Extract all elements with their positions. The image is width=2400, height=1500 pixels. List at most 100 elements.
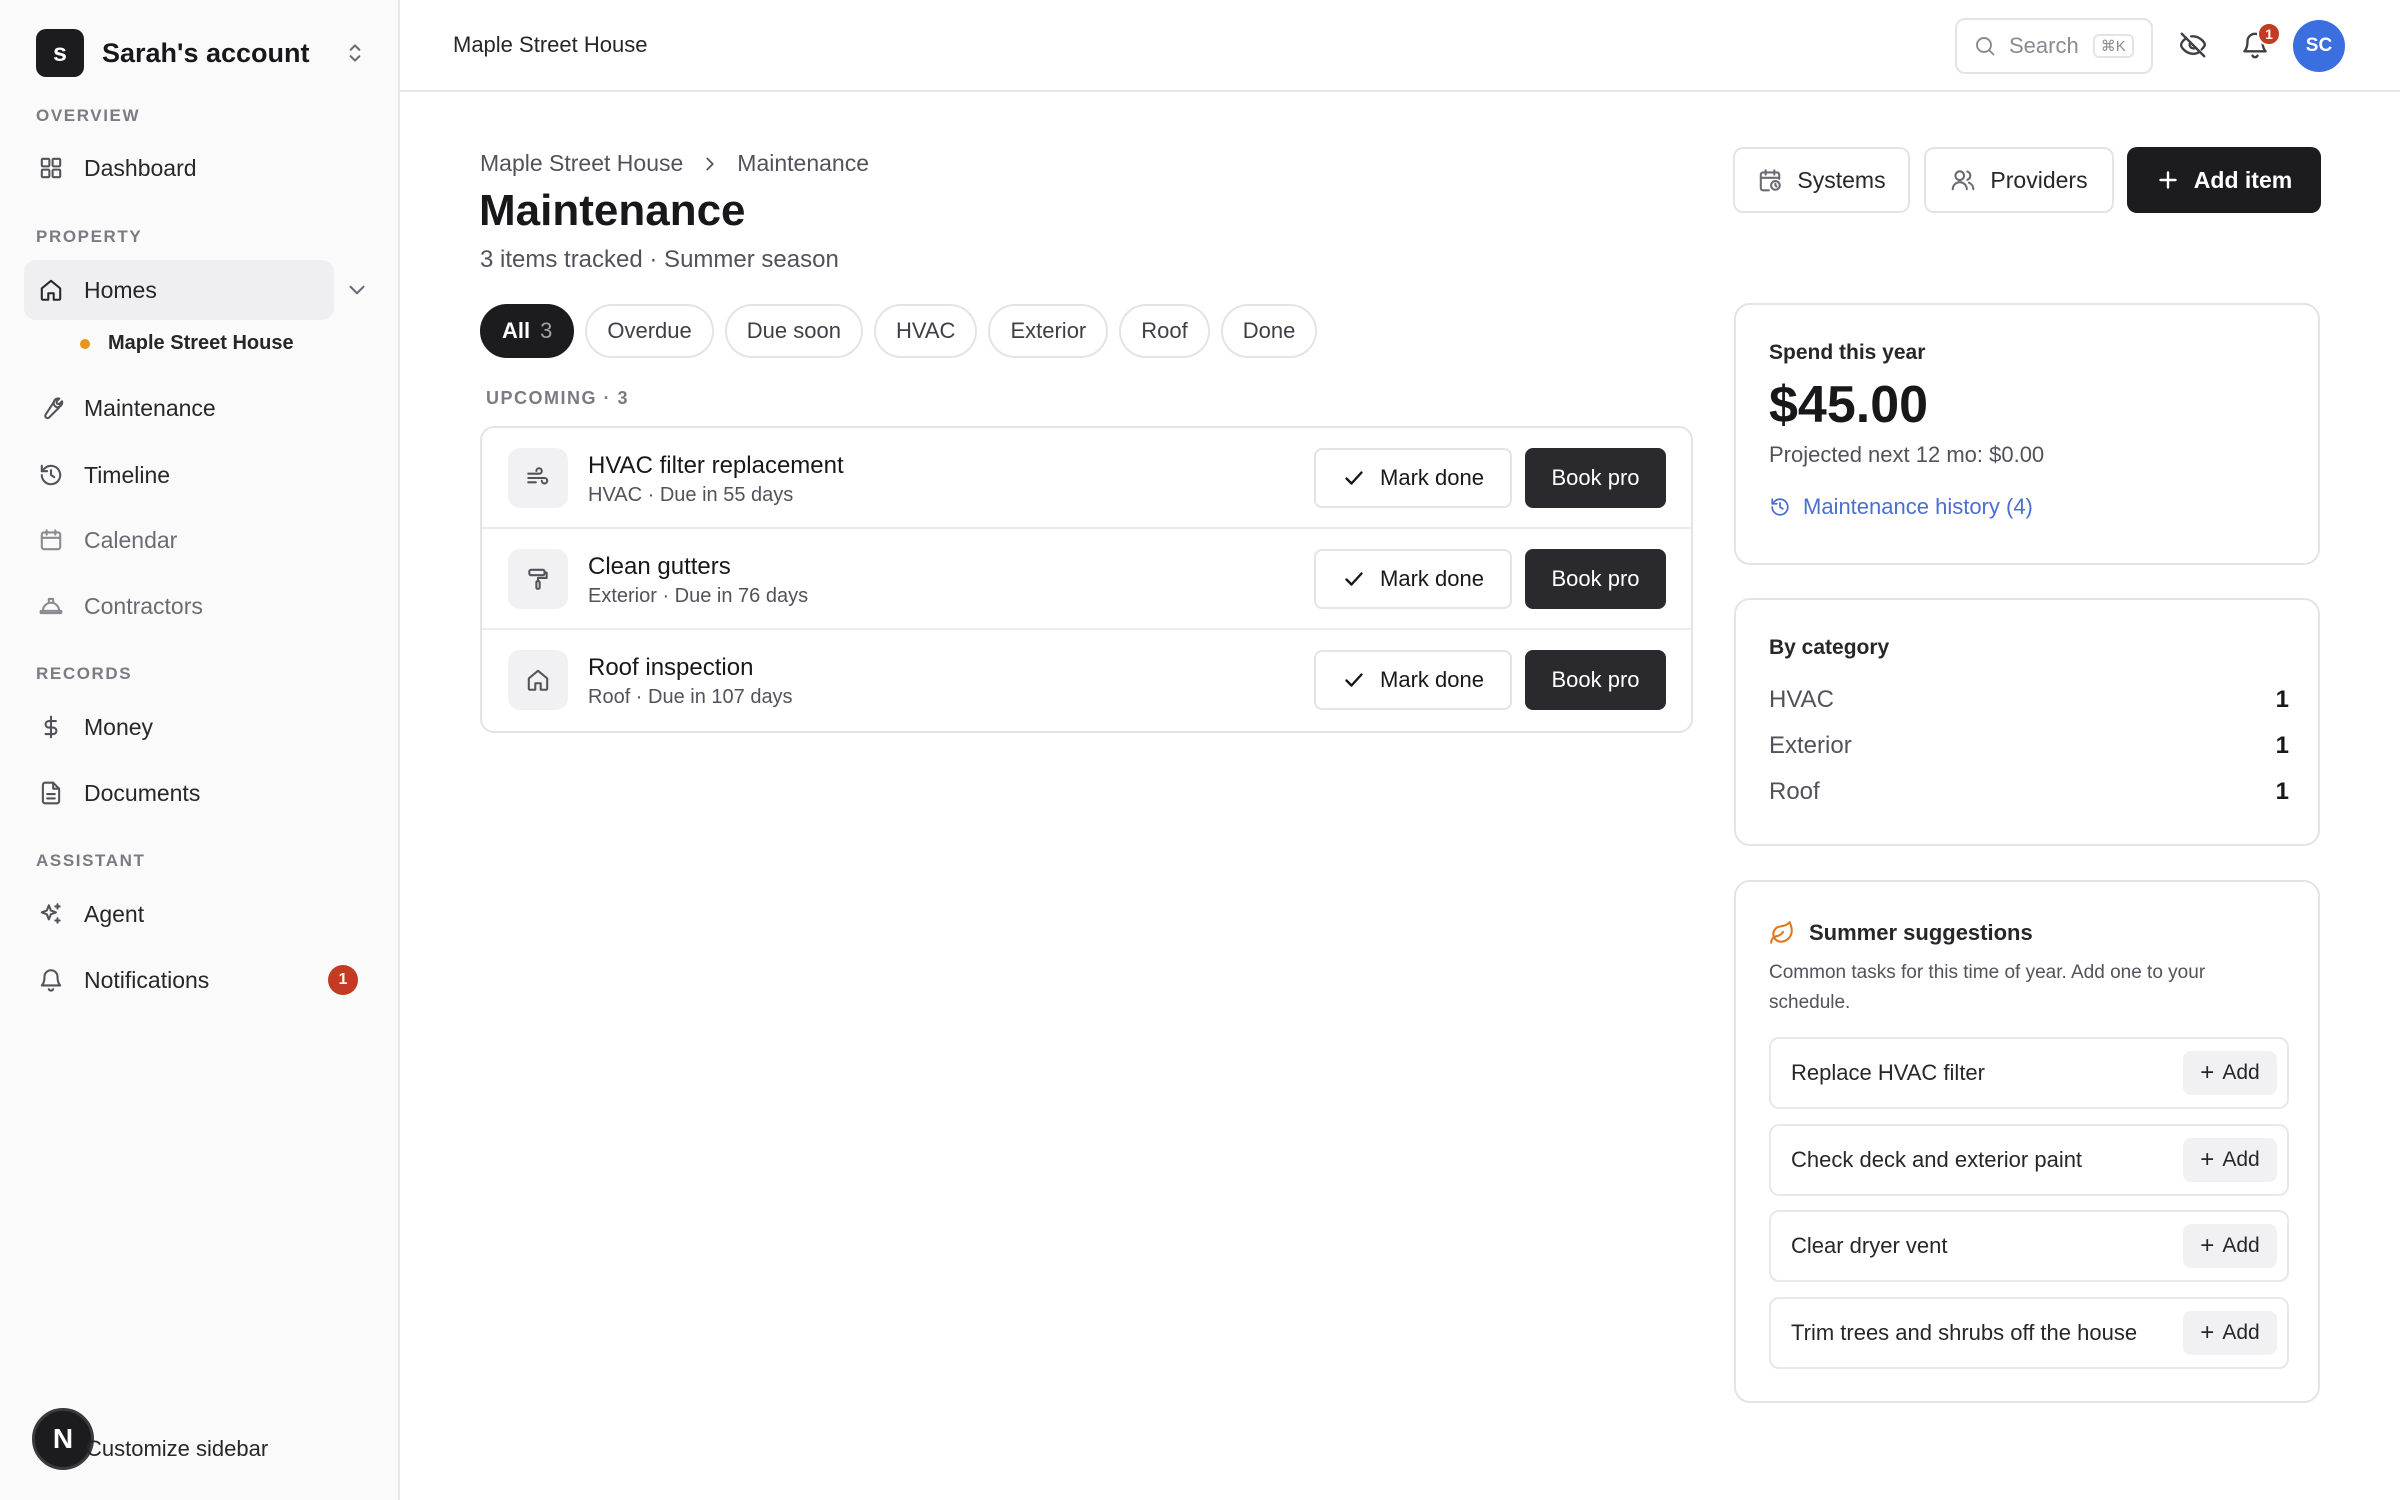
sidebar-item-dashboard[interactable]: Dashboard [24, 138, 376, 198]
task-row[interactable]: Clean gutters Exterior · Due in 76 days … [482, 529, 1691, 630]
home-status-dot [80, 338, 90, 349]
add-suggestion-button[interactable]: + Add [2183, 1138, 2277, 1182]
wind-icon [508, 448, 568, 508]
sidebar-item-label: Notifications [84, 966, 210, 993]
group-label-upcoming: UPCOMING · 3 [486, 388, 630, 408]
systems-button[interactable]: Systems [1733, 147, 1910, 213]
customize-sidebar-label[interactable]: Customize sidebar [86, 1436, 268, 1462]
add-suggestion-button[interactable]: + Add [2183, 1311, 2277, 1355]
add-item-button[interactable]: Add item [2127, 147, 2321, 213]
wrench-icon [44, 397, 64, 420]
home-icon [40, 279, 62, 301]
task-meta: Roof · Due in 107 days [588, 686, 793, 708]
sidebar-item-agent[interactable]: Agent [24, 884, 376, 944]
sidebar-item-label: Maintenance [84, 394, 216, 421]
book-pro-button[interactable]: Book pro [1525, 549, 1666, 609]
task-title: HVAC filter replacement [588, 452, 844, 479]
search-placeholder: Search [2009, 33, 2079, 58]
plus-icon [2159, 171, 2177, 189]
sidebar-item-contractors[interactable]: Contractors [24, 576, 376, 636]
sidebar-item-label: Calendar [84, 526, 178, 553]
check-icon [1345, 471, 1363, 485]
document-icon [41, 781, 61, 805]
notifications-count-badge: 1 [328, 965, 358, 995]
account-switcher[interactable]: s Sarah's account [36, 29, 368, 77]
book-pro-button[interactable]: Book pro [1525, 448, 1666, 508]
users-icon [1952, 170, 1975, 191]
filter-chip-overdue[interactable]: Overdue [585, 304, 714, 358]
add-label: Add [2222, 1148, 2260, 1171]
book-pro-button[interactable]: Book pro [1525, 650, 1666, 710]
mark-done-label: Mark done [1380, 465, 1484, 490]
filter-chip-label: Exterior [1010, 318, 1087, 343]
house-icon [508, 650, 568, 710]
sidebar-item-documents[interactable]: Documents [24, 763, 376, 823]
category-name: Roof [1769, 778, 1820, 805]
suggestion-item: Clear dryer vent + Add [1769, 1210, 2289, 1282]
customize-sidebar-button[interactable]: N [32, 1408, 94, 1470]
suggestions-description: Common tasks for this time of year. Add … [1769, 962, 2206, 1013]
suggestions-header: Summer suggestions [1769, 920, 2033, 946]
plus-icon: + [2200, 1146, 2215, 1173]
sidebar-item-timeline[interactable]: Timeline [24, 445, 376, 505]
task-row[interactable]: HVAC filter replacement HVAC · Due in 55… [482, 428, 1691, 529]
mark-done-button[interactable]: Mark done [1314, 448, 1512, 508]
filter-chips: All 3 Overdue Due soon HVAC Exterior Roo… [480, 304, 1328, 358]
sidebar-item-label: Money [84, 713, 154, 740]
sidebar-subitem-maple-street-house[interactable]: Maple Street House [80, 332, 294, 355]
search-input[interactable]: Search ⌘K [1955, 18, 2153, 74]
chevron-down-icon[interactable] [344, 277, 370, 303]
task-list: HVAC filter replacement HVAC · Due in 55… [480, 426, 1693, 733]
sidebar-item-label: Dashboard [84, 154, 197, 181]
sidebar-item-label: Contractors [84, 592, 203, 619]
history-icon [1771, 498, 1789, 516]
sidebar-item-calendar[interactable]: Calendar [24, 510, 376, 570]
suggestion-item: Replace HVAC filter + Add [1769, 1037, 2289, 1109]
suggestion-label: Replace HVAC filter [1791, 1060, 1985, 1085]
mark-done-button[interactable]: Mark done [1314, 650, 1512, 710]
sidebar-item-label: Agent [84, 900, 145, 927]
filter-chip-all[interactable]: All 3 [480, 304, 575, 358]
suggestion-label: Clear dryer vent [1791, 1233, 1948, 1258]
breadcrumb-home-link[interactable]: Maple Street House [480, 150, 683, 177]
filter-chip-exterior[interactable]: Exterior [988, 304, 1109, 358]
sidebar-item-money[interactable]: Money [24, 697, 376, 757]
providers-button-label: Providers [1990, 166, 2088, 193]
filter-chip-roof[interactable]: Roof [1119, 304, 1210, 358]
section-label-property: PROPERTY [36, 227, 143, 246]
providers-button[interactable]: Providers [1924, 147, 2114, 213]
plus-icon: + [2200, 1319, 2215, 1346]
filter-chip-label: HVAC [895, 318, 956, 343]
sidebar-item-maintenance[interactable]: Maintenance [24, 378, 376, 438]
page-title: Maintenance [479, 186, 746, 235]
section-label-overview: OVERVIEW [36, 106, 141, 125]
spend-card: Spend this year $45.00 Projected next 12… [1734, 303, 2320, 565]
breadcrumb: Maple Street House Maintenance [480, 150, 869, 177]
filter-chip-hvac[interactable]: HVAC [873, 304, 978, 358]
plus-icon: + [2200, 1059, 2215, 1086]
suggestion-label: Trim trees and shrubs off the house [1791, 1320, 2138, 1345]
filter-chip-done[interactable]: Done [1220, 304, 1318, 358]
maintenance-history-link[interactable]: Maintenance history (4) [1769, 494, 2033, 520]
category-row: Roof 1 [1769, 778, 2289, 806]
suggestion-label: Check deck and exterior paint [1791, 1147, 2083, 1172]
user-avatar[interactable]: SC [2293, 20, 2345, 72]
task-meta: HVAC · Due in 55 days [588, 484, 794, 506]
suggestion-item: Check deck and exterior paint + Add [1769, 1124, 2289, 1196]
mark-done-button[interactable]: Mark done [1314, 549, 1512, 609]
sidebar-subitem-label: Maple Street House [108, 332, 294, 354]
filter-chip-label: Due soon [746, 318, 841, 343]
task-title: Clean gutters [588, 553, 731, 580]
search-icon [1976, 37, 1995, 56]
task-row[interactable]: Roof inspection Roof · Due in 107 days M… [482, 630, 1691, 731]
add-suggestion-button[interactable]: + Add [2183, 1051, 2277, 1095]
suggestions-title: Summer suggestions [1809, 920, 2033, 945]
sidebar-item-homes[interactable]: Homes [24, 260, 334, 320]
breadcrumb-current: Maintenance [737, 150, 869, 176]
filter-chip-due-soon[interactable]: Due soon [724, 304, 863, 358]
suggestion-item: Trim trees and shrubs off the house + Add [1769, 1297, 2289, 1369]
grid-icon [40, 157, 62, 179]
sidebar-item-notifications[interactable]: Notifications [24, 950, 376, 1010]
add-suggestion-button[interactable]: + Add [2183, 1224, 2277, 1268]
eye-off-icon[interactable] [2178, 30, 2208, 60]
